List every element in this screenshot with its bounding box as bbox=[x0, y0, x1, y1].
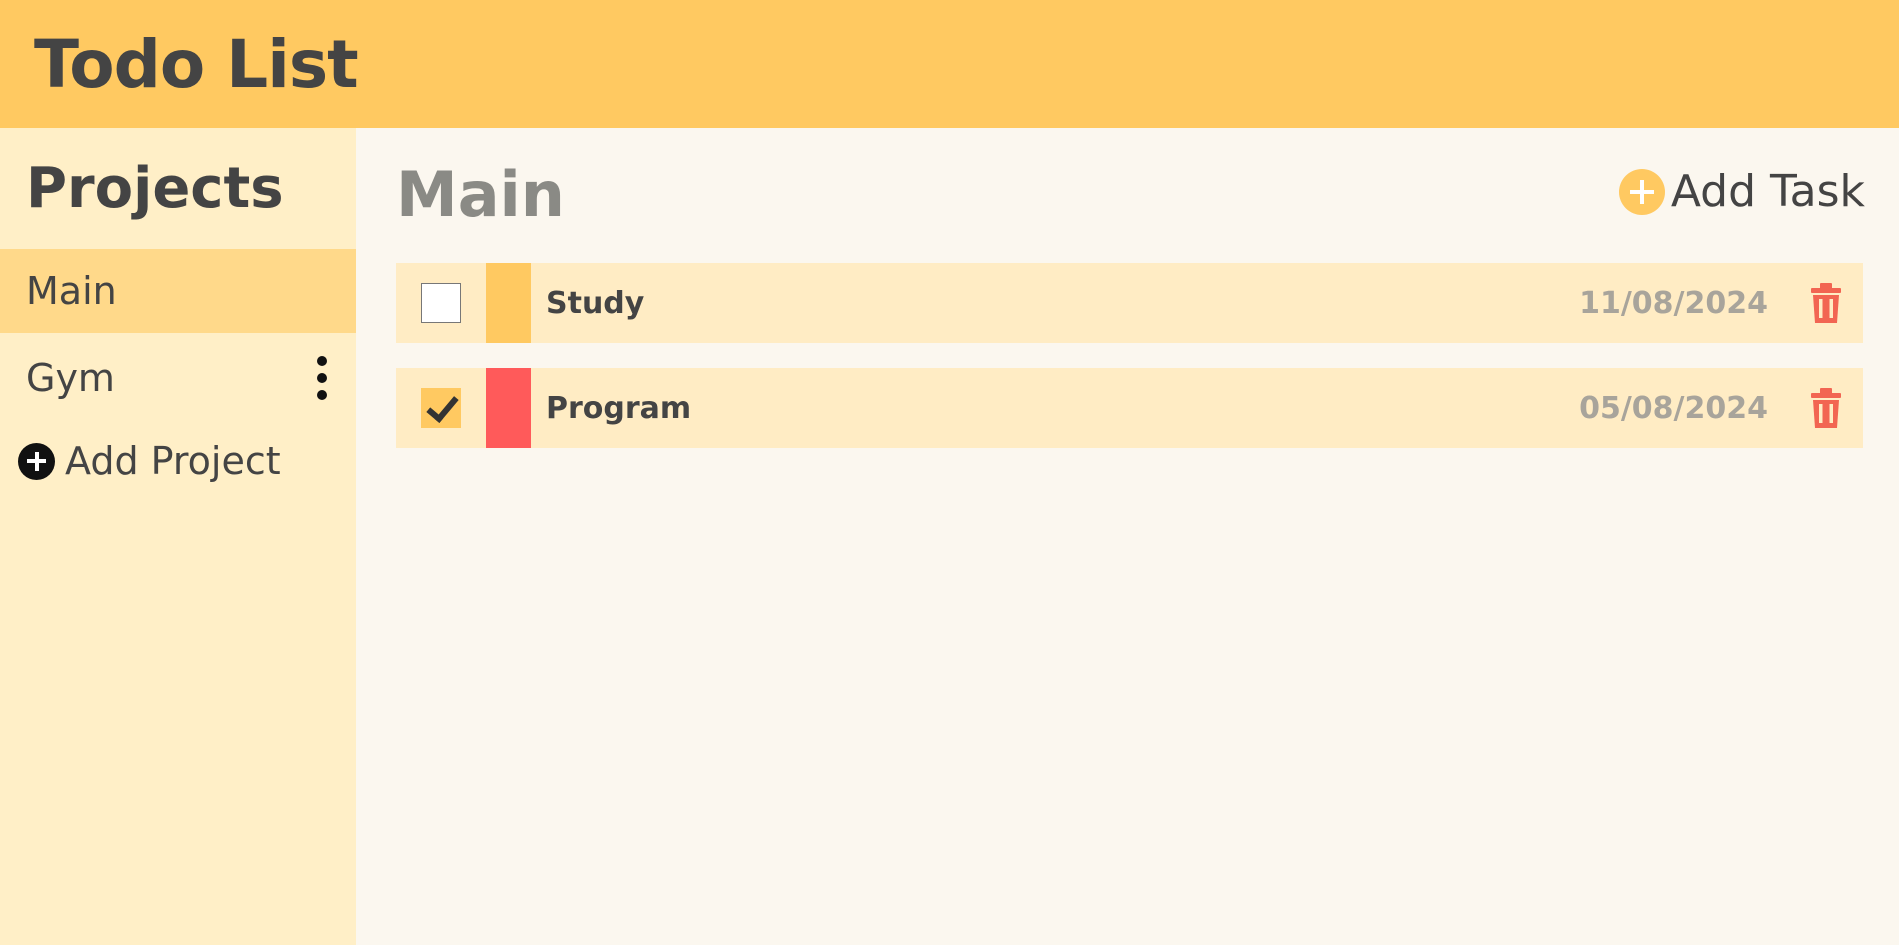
task-row: Study 11/08/2024 bbox=[396, 263, 1863, 343]
main-content: Main Add Task Study 11/08/2024 Program 0… bbox=[356, 128, 1899, 945]
sidebar-item-gym[interactable]: Gym bbox=[0, 336, 356, 420]
projects-heading: Projects bbox=[26, 156, 284, 221]
page-title: Main bbox=[396, 158, 565, 231]
task-checkbox[interactable] bbox=[421, 283, 461, 323]
task-name[interactable]: Program bbox=[546, 368, 691, 448]
task-row: Program 05/08/2024 bbox=[396, 368, 1863, 448]
trash-icon[interactable] bbox=[1809, 283, 1843, 323]
priority-indicator bbox=[486, 368, 531, 448]
add-task-button[interactable]: Add Task bbox=[1618, 166, 1865, 217]
kebab-menu-icon[interactable] bbox=[316, 356, 328, 400]
sidebar: Projects Main Gym Add Project bbox=[0, 128, 356, 945]
app-title: Todo List bbox=[34, 25, 359, 103]
trash-icon[interactable] bbox=[1809, 388, 1843, 428]
task-date: 05/08/2024 bbox=[1579, 390, 1768, 426]
priority-indicator bbox=[486, 263, 531, 343]
task-date: 11/08/2024 bbox=[1579, 285, 1768, 321]
task-name[interactable]: Study bbox=[546, 263, 644, 343]
sidebar-item-main[interactable]: Main bbox=[0, 249, 356, 333]
add-project-button[interactable]: Add Project bbox=[18, 439, 281, 483]
add-project-label: Add Project bbox=[65, 439, 281, 483]
sidebar-item-label: Gym bbox=[26, 356, 115, 400]
plus-circle-icon bbox=[1618, 168, 1665, 215]
task-checkbox[interactable] bbox=[421, 388, 461, 428]
sidebar-item-label: Main bbox=[26, 269, 117, 313]
plus-circle-icon bbox=[18, 442, 55, 480]
add-task-label: Add Task bbox=[1670, 166, 1865, 217]
app-header: Todo List bbox=[0, 0, 1899, 128]
